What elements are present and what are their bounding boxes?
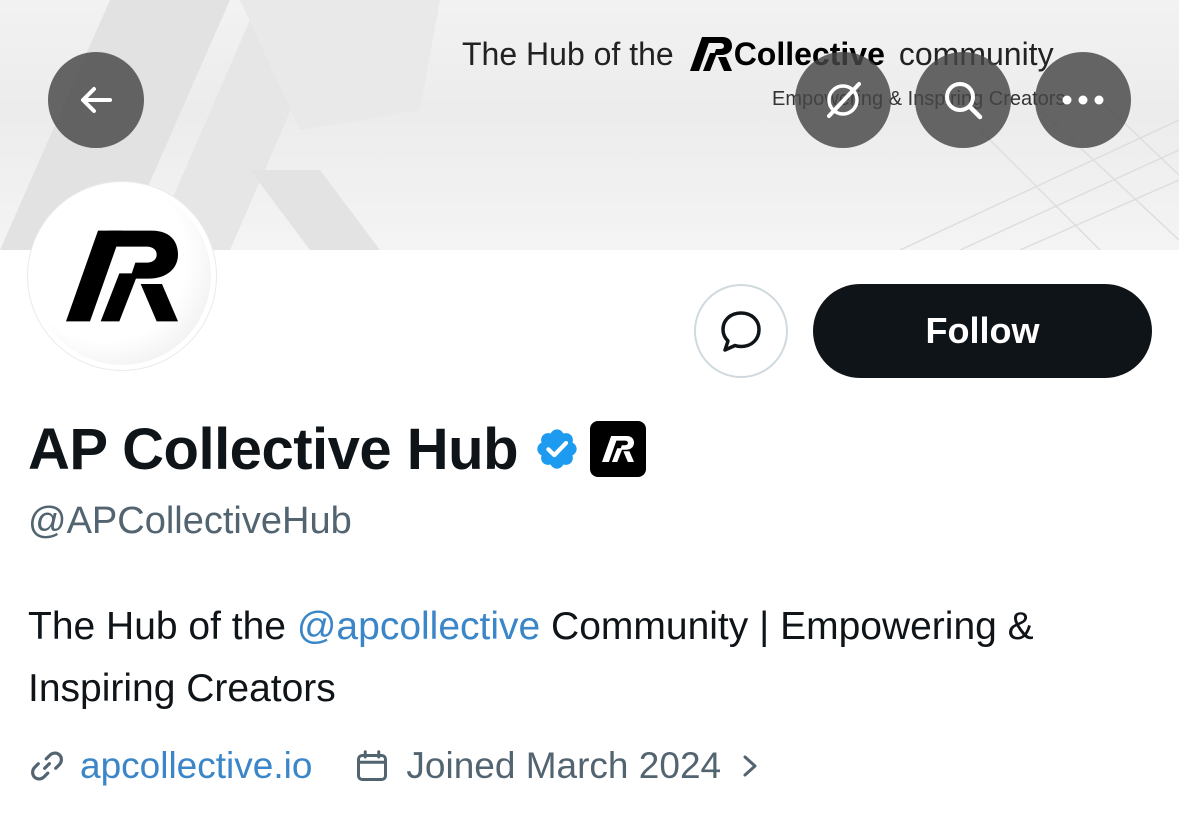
search-icon <box>945 82 983 120</box>
display-name: AP Collective Hub <box>28 416 519 482</box>
bio-mention-link[interactable]: @apcollective <box>297 605 540 648</box>
profile-name-row: AP Collective Hub <box>28 414 646 484</box>
banner-title-prefix: The Hub of the <box>462 35 674 72</box>
profile-handle: @APCollectiveHub <box>28 500 352 542</box>
link-icon <box>31 751 63 781</box>
grok-button[interactable] <box>795 52 891 148</box>
more-horizontal-icon <box>1062 95 1104 105</box>
profile-bio: The Hub of the @apcollective Community |… <box>28 596 1158 720</box>
avatar-image <box>33 187 211 365</box>
bio-text-prefix: The Hub of the <box>28 605 297 648</box>
chevron-right-icon <box>739 751 761 781</box>
message-button[interactable] <box>694 284 788 378</box>
message-bubble-icon <box>721 311 761 352</box>
website-link[interactable]: apcollective.io <box>80 745 312 787</box>
profile-avatar[interactable] <box>28 182 216 370</box>
profile-meta: apcollective.io Joined March 2024 <box>28 740 761 792</box>
verified-badge[interactable] <box>534 426 580 472</box>
affiliate-badge[interactable] <box>590 421 646 477</box>
back-button[interactable] <box>48 52 144 148</box>
search-button[interactable] <box>915 52 1011 148</box>
ap-logo-icon <box>602 436 634 462</box>
calendar-icon <box>357 750 388 781</box>
follow-button[interactable]: Follow <box>813 284 1152 378</box>
joined-date[interactable]: Joined March 2024 <box>354 745 761 787</box>
verified-check-icon <box>537 429 577 469</box>
grok-icon <box>827 82 861 118</box>
ap-logo-icon <box>689 37 732 71</box>
ap-logo-icon <box>66 230 178 322</box>
joined-text: Joined March 2024 <box>406 745 722 786</box>
more-button[interactable] <box>1035 52 1131 148</box>
arrow-left-icon <box>81 87 112 113</box>
